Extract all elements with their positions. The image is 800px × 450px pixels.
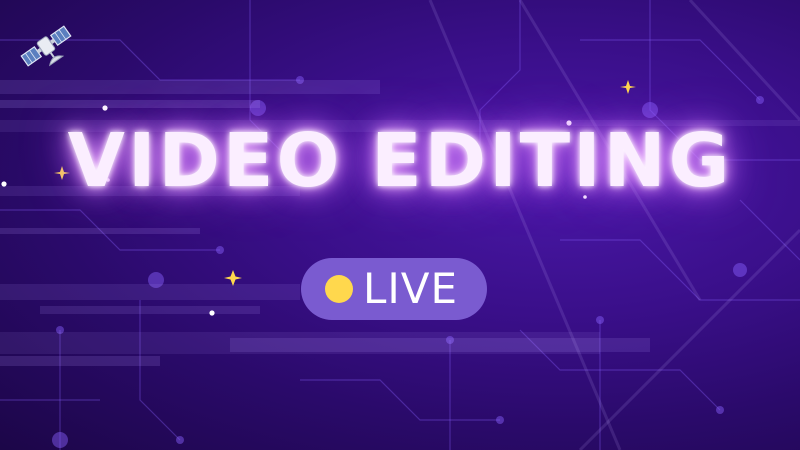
thumbnail-canvas: VIDEO EDITING LIVE [0, 0, 800, 450]
satellite-icon [20, 25, 72, 67]
status-dot-icon [325, 275, 353, 303]
live-badge: LIVE [301, 258, 487, 320]
headline-title: VIDEO EDITING [67, 118, 733, 204]
sparkles [54, 80, 636, 286]
live-badge-label: LIVE [363, 264, 459, 313]
